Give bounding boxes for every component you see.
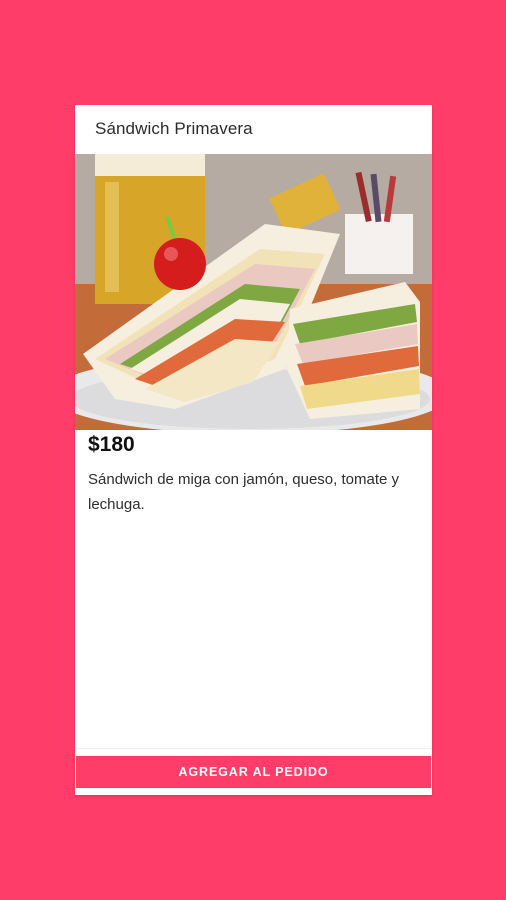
product-image [75, 154, 432, 430]
product-title: Sándwich Primavera [95, 119, 253, 138]
add-to-order-button[interactable]: AGREGAR AL PEDIDO [76, 756, 431, 788]
product-price: $180 [88, 433, 135, 456]
product-dialog: Sándwich Primavera $180 Sándwich de miga… [75, 105, 432, 795]
divider [75, 748, 432, 749]
product-description: Sándwich de miga con jamón, queso, tomat… [88, 471, 400, 513]
dialog-title-bar: Sándwich Primavera [75, 105, 432, 153]
